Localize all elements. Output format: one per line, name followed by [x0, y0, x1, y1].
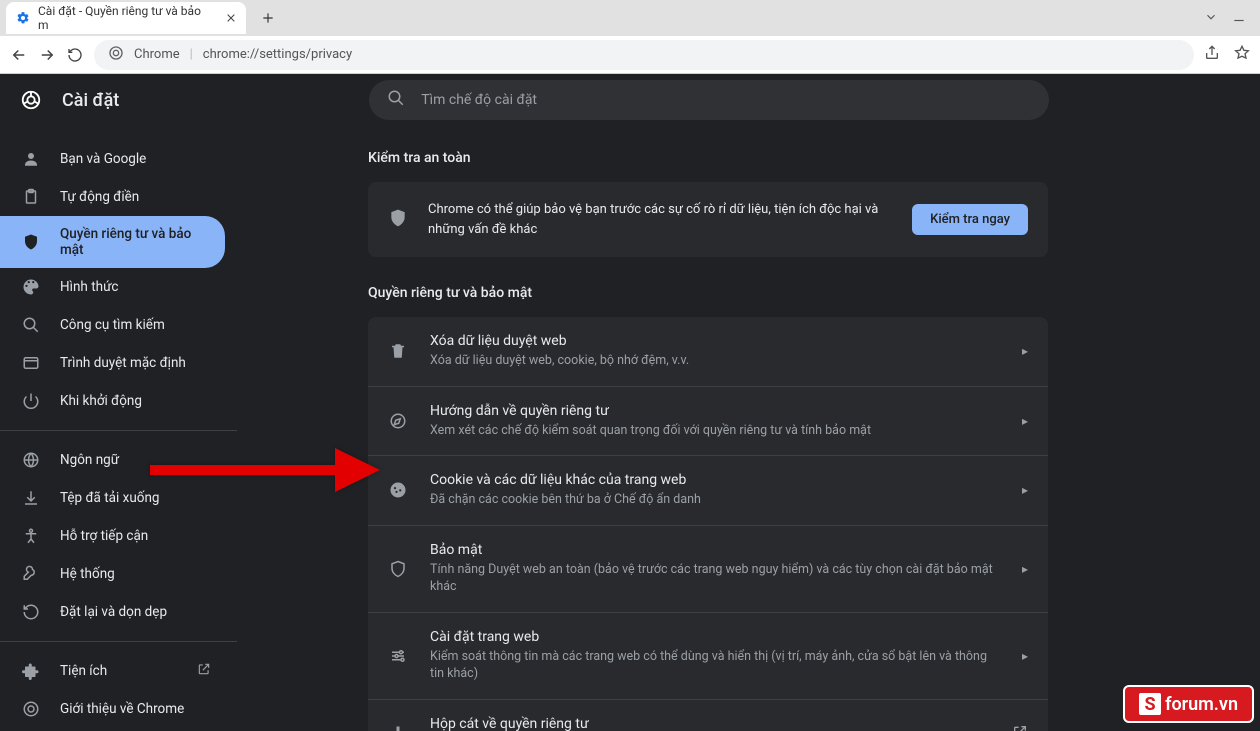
url-origin: Chrome	[134, 47, 180, 62]
row-site-settings[interactable]: Cài đặt trang webKiểm soát thông tin mà …	[368, 612, 1048, 699]
active-tab[interactable]: Cài đặt - Quyền riêng tư và bảo m	[6, 2, 246, 34]
chrome-icon	[22, 700, 40, 718]
chevron-right-icon: ▸	[1022, 414, 1028, 428]
sidebar-item-reset[interactable]: Đặt lại và dọn dẹp	[0, 593, 225, 631]
external-icon	[197, 662, 211, 680]
person-icon	[22, 150, 40, 168]
sidebar-item-downloads[interactable]: Tệp đã tải xuống	[0, 479, 225, 517]
download-icon	[22, 489, 40, 507]
back-icon[interactable]	[10, 46, 28, 64]
sidebar: Bạn và Google Tự động điền Quyền riêng t…	[0, 126, 238, 731]
reload-icon[interactable]	[66, 46, 84, 64]
sidebar-item-languages[interactable]: Ngôn ngữ	[0, 441, 225, 479]
forward-icon[interactable]	[38, 46, 56, 64]
watermark: Sforum.vn	[1123, 685, 1254, 723]
omnibox[interactable]: Chrome | chrome://settings/privacy	[94, 40, 1194, 70]
trash-icon	[388, 342, 408, 360]
url-path: chrome://settings/privacy	[203, 47, 352, 62]
sidebar-item-accessibility[interactable]: Hỗ trợ tiếp cận	[0, 517, 225, 555]
share-icon[interactable]	[1204, 45, 1220, 65]
row-clear-browsing-data[interactable]: Xóa dữ liệu duyệt webXóa dữ liệu duyệt w…	[368, 317, 1048, 386]
accessibility-icon	[22, 527, 40, 545]
tab-strip: Cài đặt - Quyền riêng tư và bảo m	[0, 0, 1260, 36]
globe-icon	[22, 451, 40, 469]
sidebar-item-autofill[interactable]: Tự động điền	[0, 178, 225, 216]
row-privacy-guide[interactable]: Hướng dẫn về quyền riêng tưXem xét các c…	[368, 386, 1048, 456]
sidebar-item-search-engine[interactable]: Công cụ tìm kiếm	[0, 306, 225, 344]
search-icon	[22, 316, 40, 334]
address-bar-row: Chrome | chrome://settings/privacy	[0, 36, 1260, 74]
safety-check-button[interactable]: Kiểm tra ngay	[912, 204, 1028, 235]
search-placeholder: Tìm chế độ cài đặt	[421, 92, 537, 108]
sidebar-item-about[interactable]: Giới thiệu về Chrome	[0, 690, 225, 728]
page-title: Cài đặt	[62, 90, 119, 111]
sidebar-item-you-and-google[interactable]: Bạn và Google	[0, 140, 225, 178]
tab-title: Cài đặt - Quyền riêng tư và bảo m	[38, 4, 210, 32]
bookmark-icon[interactable]	[1234, 45, 1250, 65]
sidebar-item-extensions[interactable]: Tiện ích	[0, 652, 225, 690]
row-cookies[interactable]: Cookie và các dữ liệu khác của trang web…	[368, 455, 1048, 525]
shield-icon	[388, 560, 408, 578]
chevron-right-icon: ▸	[1022, 649, 1028, 663]
site-icon	[108, 45, 124, 65]
compass-icon	[388, 412, 408, 430]
chevron-right-icon: ▸	[1022, 344, 1028, 358]
gear-icon	[16, 11, 30, 25]
settings-content: Kiểm tra an toàn Chrome có thể giúp bảo …	[238, 126, 1260, 731]
search-icon	[387, 89, 405, 111]
close-tab-icon[interactable]	[226, 13, 236, 23]
sidebar-item-on-startup[interactable]: Khi khởi động	[0, 382, 225, 420]
external-icon	[1012, 724, 1028, 731]
safety-check-desc: Chrome có thể giúp bảo vệ bạn trước các …	[428, 200, 892, 239]
sidebar-divider	[0, 641, 237, 642]
chrome-logo-icon	[20, 89, 42, 111]
restore-icon	[22, 603, 40, 621]
safety-check-card: Chrome có thể giúp bảo vệ bạn trước các …	[368, 182, 1048, 257]
shield-icon	[22, 233, 40, 251]
row-security[interactable]: Bảo mậtTính năng Duyệt web an toàn (bảo …	[368, 525, 1048, 612]
safety-check-heading: Kiểm tra an toàn	[368, 150, 1048, 166]
sidebar-item-system[interactable]: Hệ thống	[0, 555, 225, 593]
row-privacy-sandbox[interactable]: Hộp cát về quyền riêng tưCác tính năng d…	[368, 699, 1048, 731]
privacy-heading: Quyền riêng tư và bảo mật	[368, 285, 1048, 301]
extension-icon	[22, 662, 40, 680]
window-controls	[1204, 9, 1254, 28]
sidebar-divider	[0, 430, 237, 431]
clipboard-icon	[22, 188, 40, 206]
chevron-down-icon[interactable]	[1204, 9, 1218, 28]
cookie-icon	[388, 481, 408, 499]
new-tab-button[interactable]	[254, 4, 282, 32]
privacy-list: Xóa dữ liệu duyệt webXóa dữ liệu duyệt w…	[368, 317, 1048, 731]
chevron-right-icon: ▸	[1022, 562, 1028, 576]
sidebar-item-default-browser[interactable]: Trình duyệt mặc định	[0, 344, 225, 382]
browser-icon	[22, 354, 40, 372]
wrench-icon	[22, 565, 40, 583]
sidebar-item-privacy[interactable]: Quyền riêng tư và bảo mật	[0, 216, 225, 268]
settings-search[interactable]: Tìm chế độ cài đặt	[369, 80, 1049, 120]
flask-icon	[388, 725, 408, 731]
minimize-icon[interactable]	[1232, 9, 1246, 28]
chevron-right-icon: ▸	[1022, 483, 1028, 497]
settings-header: Cài đặt Tìm chế độ cài đặt	[0, 74, 1260, 126]
sidebar-item-appearance[interactable]: Hình thức	[0, 268, 225, 306]
power-icon	[22, 392, 40, 410]
shield-icon	[388, 208, 408, 232]
palette-icon	[22, 278, 40, 296]
tune-icon	[388, 647, 408, 665]
